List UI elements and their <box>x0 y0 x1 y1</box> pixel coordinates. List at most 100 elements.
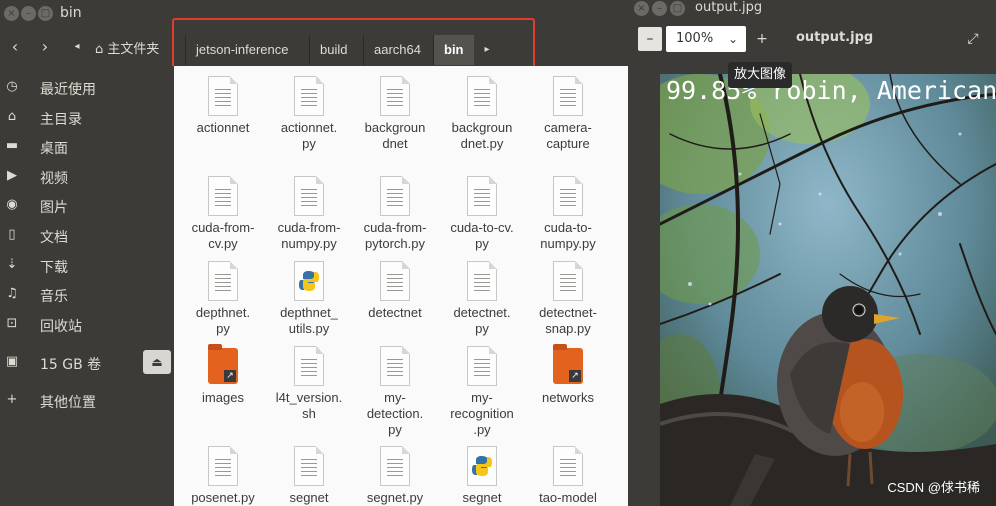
drive-icon: ▣ <box>5 354 19 369</box>
sidebar-item-recent[interactable]: ◷ 最近使用 <box>0 74 174 102</box>
text-file-icon <box>467 346 497 386</box>
text-file-icon <box>208 176 238 216</box>
file-name: posenet.py <box>191 490 255 505</box>
text-file-icon <box>208 76 238 116</box>
home-crumb-label: 主文件夹 <box>107 42 160 57</box>
sidebar-item-videos[interactable]: ▶ 视频 <box>0 163 174 191</box>
sidebar-item-desktop[interactable]: ▬ 桌面 <box>0 133 174 161</box>
text-file-icon <box>553 76 583 116</box>
image-filename: output.jpg <box>796 30 874 45</box>
sidebar-item-trash[interactable]: ⊡ 回收站 <box>0 311 174 339</box>
sidebar-item-label: 回收站 <box>40 319 82 335</box>
minimize-icon[interactable]: – <box>21 6 36 21</box>
back-button[interactable]: ‹ <box>2 34 28 60</box>
sidebar-item-label: 桌面 <box>40 141 68 157</box>
text-file-icon <box>553 176 583 216</box>
zoom-in-button[interactable]: + <box>750 27 774 51</box>
close-icon[interactable]: × <box>634 1 649 16</box>
python-file-icon <box>467 446 497 486</box>
sidebar-item-label: 最近使用 <box>40 82 96 98</box>
clock-icon: ◷ <box>6 79 18 94</box>
file-name: depthnet. py <box>195 305 251 336</box>
classification-overlay-text: 99.85% robin, American <box>666 76 996 105</box>
zoom-in-tooltip: 放大图像 <box>728 62 793 88</box>
forward-button[interactable]: › <box>32 34 58 60</box>
sidebar-item-pictures[interactable]: ◉ 图片 <box>0 192 174 220</box>
file-manager-window: × – □ bin ‹ › ◂ ⌂ 主文件夹 jetson-inference … <box>0 0 640 506</box>
file-name: tao-model <box>539 490 597 505</box>
folder-icon: ↗ <box>553 344 583 384</box>
sidebar-item-label: 图片 <box>40 200 68 216</box>
text-file-icon <box>208 446 238 486</box>
fullscreen-button[interactable]: ⤢ <box>960 26 986 52</box>
sidebar-item-home[interactable]: ⌂ 主目录 <box>0 104 174 132</box>
zoom-value: 100% <box>676 31 714 46</box>
file-grid: actionnet actionnet. py backgroun dnet back… <box>174 66 628 506</box>
document-icon: ▯ <box>8 227 16 242</box>
text-file-icon <box>380 346 410 386</box>
file-name: backgroun dnet <box>364 120 426 151</box>
text-file-icon <box>467 76 497 116</box>
text-file-icon <box>380 261 410 301</box>
file-name: detectnet- snap.py <box>539 305 597 336</box>
eject-button[interactable]: ⏏ <box>143 350 171 374</box>
photo-robin: 99.85% robin, American CSDN @俅书稀 <box>660 74 996 506</box>
trash-icon: ⊡ <box>6 316 18 331</box>
crumb-left-arrow-icon[interactable]: ◂ <box>64 34 90 60</box>
image-viewer-titlebar: × – □ output.jpg <box>628 0 996 18</box>
home-crumb[interactable]: ⌂ 主文件夹 <box>95 38 159 57</box>
file-name: segnet.py <box>366 490 424 505</box>
sidebar-item-label: 其他位置 <box>40 395 96 411</box>
file-name: detectnet <box>368 305 422 320</box>
text-file-icon <box>294 446 324 486</box>
text-file-icon <box>380 76 410 116</box>
zoom-out-button[interactable]: – <box>638 27 662 51</box>
plus-icon: + <box>6 392 18 407</box>
sidebar-item-label: 文档 <box>40 230 68 246</box>
file-name: detectnet. py <box>453 305 511 336</box>
sidebar-item-label: 15 GB 卷 <box>40 357 102 373</box>
text-file-icon <box>294 346 324 386</box>
minimize-icon[interactable]: – <box>652 1 667 16</box>
file-name: cuda-from- cv.py <box>191 220 255 251</box>
file-name: actionnet <box>196 120 250 135</box>
camera-icon: ◉ <box>6 197 18 212</box>
minus-icon: – <box>646 31 654 47</box>
video-icon: ▶ <box>7 168 17 183</box>
sidebar-item-music[interactable]: ♫ 音乐 <box>0 281 174 309</box>
robin-photo-illustration <box>660 74 996 506</box>
file-name: cuda-from- numpy.py <box>277 220 341 251</box>
file-name: images <box>202 390 244 405</box>
sidebar-item-documents[interactable]: ▯ 文档 <box>0 222 174 250</box>
text-file-icon <box>553 261 583 301</box>
image-viewer-window: × – □ output.jpg – 100% ⌄ + output.jpg ⤢ <box>628 0 996 506</box>
plus-icon: + <box>756 31 768 47</box>
sidebar-item-label: 音乐 <box>40 289 68 305</box>
sidebar-item-label: 视频 <box>40 171 68 187</box>
file-name: cuda-to-cv. py <box>450 220 514 251</box>
text-file-icon <box>467 176 497 216</box>
text-file-icon <box>380 446 410 486</box>
sidebar-item-downloads[interactable]: ⇣ 下载 <box>0 252 174 280</box>
text-file-icon <box>294 76 324 116</box>
music-icon: ♫ <box>6 286 18 301</box>
file-name: networks <box>541 390 595 405</box>
maximize-icon[interactable]: □ <box>38 6 53 21</box>
zoom-select[interactable]: 100% ⌄ <box>666 26 746 52</box>
file-name: camera- capture <box>544 120 592 151</box>
sidebar-item-other-locations[interactable]: + 其他位置 <box>0 387 174 415</box>
text-file-icon <box>380 176 410 216</box>
maximize-icon[interactable]: □ <box>670 1 685 16</box>
sidebar-item-label: 下载 <box>40 260 68 276</box>
window-title: output.jpg <box>695 0 763 15</box>
file-name: l4t_version. sh <box>275 390 343 421</box>
file-name: actionnet. py <box>280 120 338 151</box>
window-title: bin <box>60 5 82 21</box>
close-icon[interactable]: × <box>4 6 19 21</box>
image-viewer-toolbar: – 100% ⌄ + output.jpg ⤢ <box>628 18 996 58</box>
file-name: cuda-from- pytorch.py <box>363 220 427 251</box>
folder-icon: ▬ <box>5 138 19 153</box>
sidebar-item-label: 主目录 <box>40 112 82 128</box>
csdn-watermark: CSDN @俅书稀 <box>887 480 980 495</box>
file-name: my- detection. py <box>366 390 424 437</box>
